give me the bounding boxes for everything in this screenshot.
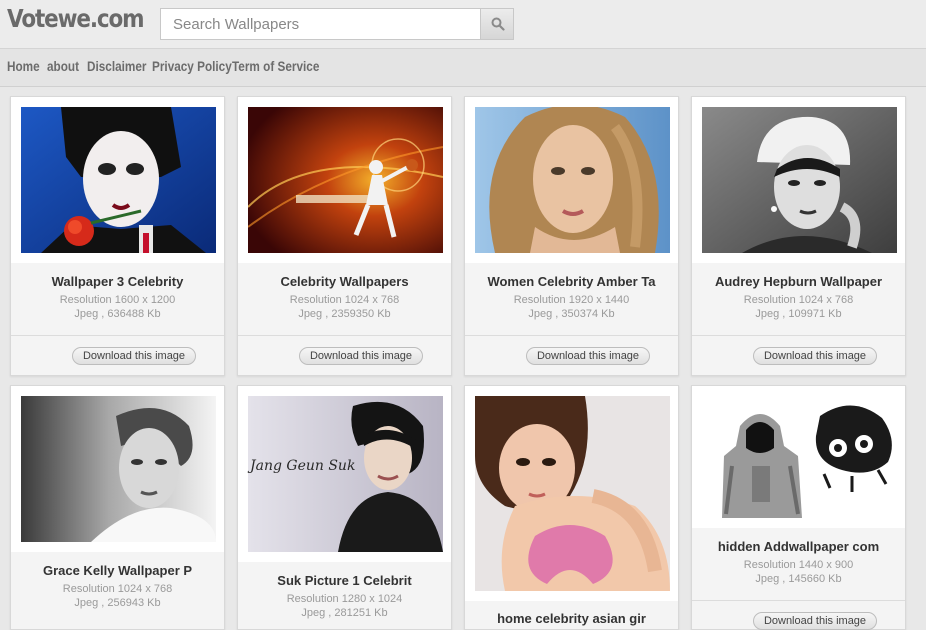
search-button[interactable] [480,9,513,39]
wallpaper-thumbnail[interactable] [21,396,216,542]
wallpaper-title[interactable]: Suk Picture 1 Celebrit [238,573,451,588]
download-button[interactable]: Download this image [72,347,196,365]
wallpaper-title[interactable]: Grace Kelly Wallpaper P [11,563,224,578]
wallpaper-title[interactable]: Wallpaper 3 Celebrity [11,274,224,289]
wallpaper-thumbnail[interactable] [702,396,897,518]
wallpaper-title[interactable]: Celebrity Wallpapers [238,274,451,289]
nav-privacy-policy[interactable]: Privacy Policy [152,58,232,74]
wallpaper-card: hidden Addwallpaper com Resolution 1440 … [691,385,906,630]
wallpaper-thumbnail[interactable] [248,396,443,552]
nav-about[interactable]: about [47,58,79,74]
wallpaper-file-info: Jpeg , 281251 Kb [301,607,388,619]
wallpaper-title[interactable]: Audrey Hepburn Wallpaper [692,274,905,289]
wallpaper-resolution: Resolution 1920 x 1440 [513,294,630,306]
wallpaper-resolution: Resolution 1024 x 768 [62,583,173,595]
nav-term-of-service[interactable]: Term of Service [232,58,319,74]
site-logo[interactable]: Votewe.com [7,4,145,33]
wallpaper-file-info: Jpeg , 109971 Kb [755,308,842,320]
wallpaper-card: Audrey Hepburn Wallpaper Resolution 1024… [691,96,906,376]
download-button[interactable]: Download this image [299,347,423,365]
wallpaper-title[interactable]: home celebrity asian gir [465,611,678,626]
wallpaper-title[interactable]: Women Celebrity Amber Ta [465,274,678,289]
wallpaper-resolution: Resolution 1024 x 768 [289,294,400,306]
search-bar [160,8,514,40]
wallpaper-card: Jang Geun Suk Suk Picture 1 Celebrit Res… [237,385,452,630]
wallpaper-file-info: Jpeg , 256943 Kb [74,597,161,609]
wallpaper-title[interactable]: hidden Addwallpaper com [692,539,905,554]
wallpaper-file-info: Jpeg , 145660 Kb [755,573,842,585]
wallpaper-file-info: Jpeg , 2359350 Kb [298,308,391,320]
download-button[interactable]: Download this image [753,612,877,630]
wallpaper-card: Grace Kelly Wallpaper P Resolution 1024 … [10,385,225,630]
wallpaper-thumbnail[interactable] [702,107,897,253]
wallpaper-resolution: Resolution 1600 x 1200 [59,294,176,306]
site-header: Votewe.com [0,0,926,49]
main-nav: Home about Disclaimer Privacy Policy Ter… [0,49,926,87]
nav-disclaimer[interactable]: Disclaimer [87,58,146,74]
wallpaper-file-info: Jpeg , 350374 Kb [528,308,615,320]
wallpaper-thumbnail[interactable] [21,107,216,253]
wallpaper-card: Women Celebrity Amber Ta Resolution 1920… [464,96,679,376]
wallpaper-resolution: Resolution 1024 x 768 [743,294,854,306]
wallpaper-thumbnail[interactable] [475,107,670,253]
download-button[interactable]: Download this image [753,347,877,365]
wallpaper-card: Wallpaper 3 Celebrity Resolution 1600 x … [10,96,225,376]
wallpaper-thumbnail[interactable] [248,107,443,253]
wallpaper-resolution: Resolution 1440 x 900 [743,559,854,571]
wallpaper-card: Celebrity Wallpapers Resolution 1024 x 7… [237,96,452,376]
wallpaper-card: home celebrity asian gir [464,385,679,630]
wallpaper-image-caption: Jang Geun Suk [250,458,356,474]
nav-home[interactable]: Home [7,58,40,74]
search-input[interactable] [161,9,481,39]
wallpaper-resolution: Resolution 1280 x 1024 [286,593,403,605]
wallpaper-thumbnail[interactable] [475,396,670,591]
search-icon [491,17,505,31]
wallpaper-file-info: Jpeg , 636488 Kb [74,308,161,320]
download-button[interactable]: Download this image [526,347,650,365]
